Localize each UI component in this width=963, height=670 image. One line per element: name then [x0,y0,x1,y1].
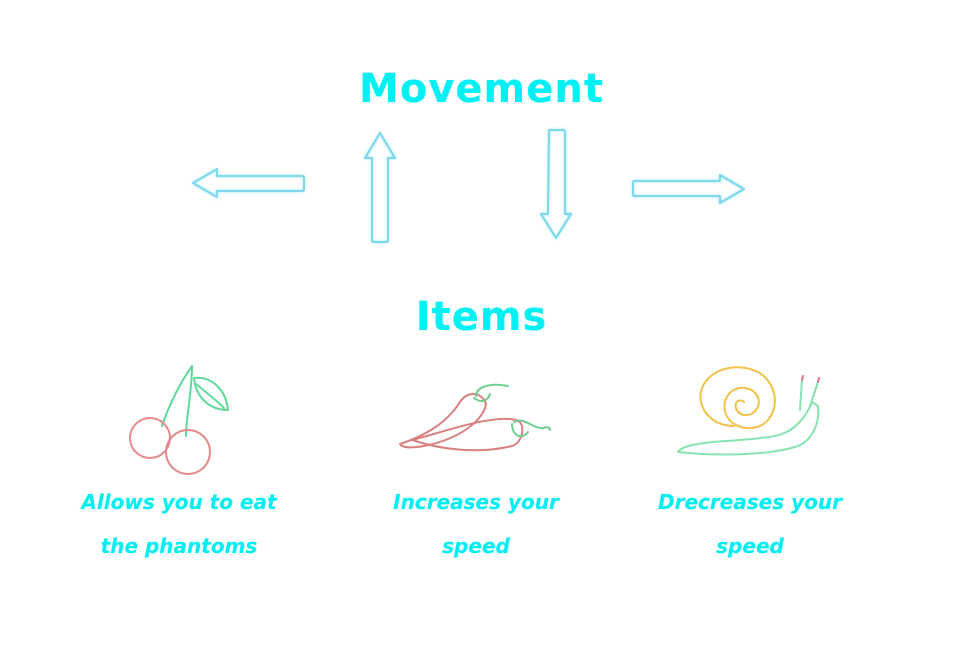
items-heading: Items [415,294,548,340]
snail-description-line-2: speed [716,534,784,558]
cherry-description-line-1: Allows you to eat [81,490,277,514]
arrow-down-icon [539,128,573,240]
chili-pepper-icon [399,383,551,452]
arrow-left-icon [191,167,306,199]
snail-description-line-1: Drecreases your [657,490,843,514]
chili-pepper-description: Increases your speed [376,480,576,568]
cherry-description: Allows you to eat the phantoms [68,480,290,568]
chili-pepper-description-line-2: speed [442,534,510,558]
arrow-up-icon [363,131,397,244]
movement-heading: Movement [359,66,604,112]
chili-pepper-description-line-1: Increases your [393,490,559,514]
cherry-description-line-2: the phantoms [100,534,258,558]
snail-icon [677,366,820,456]
snail-description: Drecreases your speed [646,480,854,568]
cherry-icon [129,365,229,475]
arrow-right-icon [631,173,746,205]
